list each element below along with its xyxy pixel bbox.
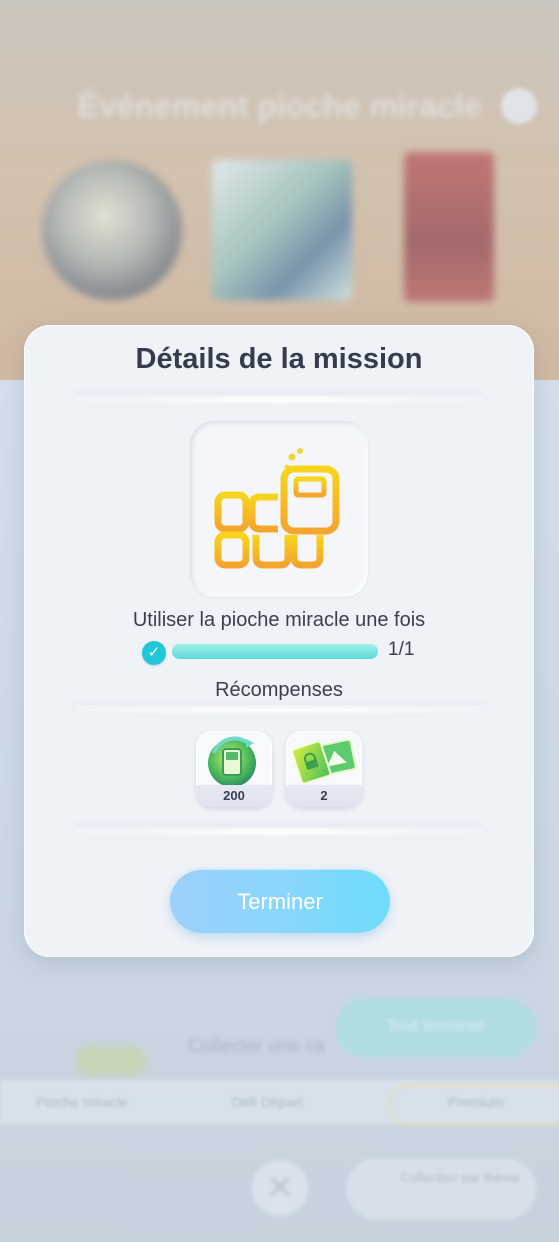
- divider: [74, 395, 484, 405]
- reward-item[interactable]: 2: [286, 731, 362, 807]
- dialog-title: Détails de la mission: [135, 343, 423, 375]
- miracle-pick-icon: [214, 448, 340, 569]
- reward-quantity: 2: [286, 785, 362, 807]
- reward-item[interactable]: 200: [196, 731, 272, 807]
- reward-quantity: 200: [196, 785, 272, 807]
- mission-icon-tile: [190, 421, 368, 597]
- mission-description: Utiliser la pioche miracle une fois: [132, 609, 426, 631]
- progress-count: 1/1: [388, 639, 415, 660]
- mission-details-dialog: Détails de la mission Utiliser la pioche…: [24, 325, 534, 957]
- card-pack-ticket-icon: [292, 738, 357, 785]
- progress-fill: [172, 644, 378, 659]
- mission-progress-bar: [172, 644, 378, 659]
- divider: [74, 827, 484, 837]
- rewards-heading: Récompenses: [215, 679, 343, 701]
- hourglass-token-icon: [208, 736, 256, 787]
- finish-button[interactable]: Terminer: [170, 869, 390, 933]
- check-icon: ✓: [142, 641, 166, 665]
- divider: [74, 705, 484, 715]
